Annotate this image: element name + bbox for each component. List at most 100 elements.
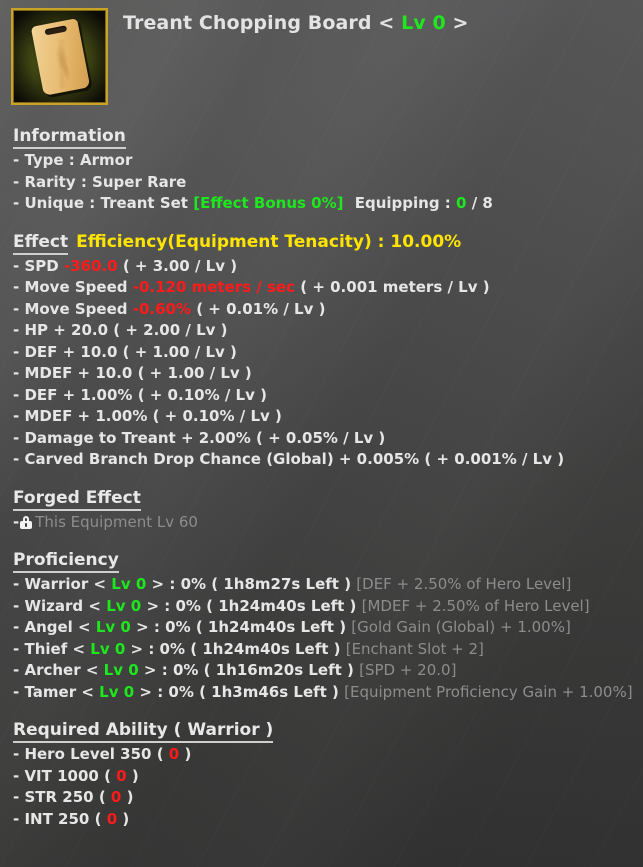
effect-line-scaling: ( + 0.01% / Lv ) <box>196 299 326 318</box>
proficiency-bracket-close: > <box>151 575 165 593</box>
required-ability-heading: Required Ability ( Warrior ) <box>13 721 274 743</box>
required-ability-heading-row: Required Ability ( Warrior ) <box>13 719 633 743</box>
effect-line: - SPD -360.0 ( + 3.00 / Lv ) <box>13 256 633 278</box>
proficiency-bracket-open: < <box>88 596 101 615</box>
proficiency-row: - Angel < Lv 0 > : 0% ( 1h24m40s Left ) … <box>13 617 633 639</box>
tooltip-header: Treant Chopping Board < Lv 0 > <box>0 0 643 105</box>
proficiency-level: Lv 0 <box>103 661 139 679</box>
proficiency-dash: - <box>13 618 20 636</box>
tooltip-body: Information - Type : Armor - Rarity : Su… <box>0 125 643 830</box>
effect-line-label: - Move Speed <box>13 299 128 318</box>
effect-line-scaling: ( + 1.00 / Lv ) <box>122 342 237 361</box>
section-required-ability: Required Ability ( Warrior ) - Hero Leve… <box>13 719 633 830</box>
proficiency-time-left: ( 1h8m27s Left ) <box>211 575 352 593</box>
proficiency-percent: : 0% <box>157 682 194 701</box>
effect-line-label: - SPD <box>13 256 59 275</box>
required-ability-paren-close: ) <box>122 809 130 828</box>
required-ability-row-list: - Hero Level 350 ( 0 ) - VIT 1000 ( 0 ) - … <box>13 744 633 830</box>
required-ability-row: - INT 250 ( 0 ) <box>13 809 633 831</box>
item-tooltip: Treant Chopping Board < Lv 0 > Informati… <box>0 0 643 867</box>
equipping-total: 8 <box>482 194 493 212</box>
equipping-count: 0 <box>456 194 467 212</box>
info-unique-label: - Unique : Treant Set <box>13 194 188 212</box>
effect-heading: Effect <box>13 232 69 255</box>
forged-effect-requirement: This Equipment Lv 60 <box>35 512 198 531</box>
required-ability-row: - VIT 1000 ( 0 ) <box>13 766 633 788</box>
required-ability-current: 0 <box>106 809 118 828</box>
proficiency-time-left: ( 1h24m40s Left ) <box>195 618 347 636</box>
proficiency-bracket-open: < <box>93 575 107 593</box>
required-ability-paren-close: ) <box>184 745 192 763</box>
proficiency-bonus: [Equipment Proficiency Gain + 1.00%] <box>344 682 633 701</box>
item-title: Treant Chopping Board < Lv 0 > <box>123 12 469 34</box>
proficiency-time-left: ( 1h24m40s Left ) <box>190 639 341 658</box>
proficiency-row: - Tamer < Lv 0 > : 0% ( 1h3m46s Left ) [… <box>13 682 633 704</box>
proficiency-percent: : 0% <box>169 575 207 593</box>
proficiency-dash: - <box>13 661 20 679</box>
level-bracket-close: > <box>452 12 469 34</box>
required-ability-paren-open: ( <box>94 809 102 828</box>
effect-line-scaling: ( + 0.001% / Lv ) <box>424 450 565 468</box>
proficiency-percent: : 0% <box>148 639 186 658</box>
required-ability-paren-close: ) <box>131 766 139 785</box>
proficiency-class-name: Wizard <box>24 596 84 615</box>
effect-line-scaling: ( + 0.001 meters / Lv ) <box>300 278 490 296</box>
effect-line-scaling: ( + 1.00 / Lv ) <box>137 364 252 382</box>
effect-line-scaling: ( + 3.00 / Lv ) <box>122 256 238 275</box>
proficiency-bracket-open: < <box>78 618 91 636</box>
proficiency-class-name: Thief <box>24 639 68 658</box>
item-level: Lv 0 <box>401 12 446 34</box>
effect-heading-row: Effect Efficiency(Equipment Tenacity) : 1… <box>13 231 633 255</box>
info-rarity-line: - Rarity : Super Rare <box>13 172 187 191</box>
proficiency-bracket-open: < <box>85 661 99 679</box>
required-ability-current: 0 <box>116 766 127 785</box>
forged-effect-heading-row: Forged Effect <box>13 487 633 511</box>
effect-line-scaling: ( + 0.10% / Lv ) <box>137 385 267 404</box>
effect-line-label: - Damage to Treant + 2.00% <box>13 428 251 447</box>
info-unique-line: - Unique : Treant Set [Effect Bonus 0%] … <box>13 193 633 215</box>
level-bracket-open: < <box>378 12 395 34</box>
required-ability-paren-open: ( <box>98 788 106 806</box>
proficiency-time-left: ( 1h24m40s Left ) <box>206 596 357 615</box>
equipping-label: Equipping : <box>354 194 451 212</box>
section-information: Information - Type : Armor - Rarity : Su… <box>13 125 633 215</box>
proficiency-bracket-close: > <box>130 639 144 658</box>
effect-line-label: - Carved Branch Drop Chance (Global) + 0… <box>13 450 420 468</box>
proficiency-level: Lv 0 <box>106 596 142 615</box>
effect-line-value: -0.60% <box>132 299 191 318</box>
proficiency-class-name: Warrior <box>24 575 89 593</box>
proficiency-row: - Wizard < Lv 0 > : 0% ( 1h24m40s Left )… <box>13 596 633 618</box>
proficiency-bonus: [Gold Gain (Global) + 1.00%] <box>351 618 571 636</box>
proficiency-row: - Archer < Lv 0 > : 0% ( 1h16m20s Left )… <box>13 660 633 682</box>
proficiency-time-left: ( 1h16m20s Left ) <box>203 661 354 679</box>
required-ability-current: 0 <box>110 788 122 806</box>
effect-line: - Move Speed -0.120 meters / sec ( + 0.0… <box>13 277 633 299</box>
section-forged-effect: Forged Effect - This Equipment Lv 60 <box>13 487 633 534</box>
cutting-board-icon <box>30 17 90 96</box>
proficiency-level: Lv 0 <box>90 639 126 658</box>
required-ability-label: - VIT 1000 <box>13 766 99 785</box>
effect-efficiency: Efficiency(Equipment Tenacity) : 10.00% <box>76 231 462 252</box>
forged-effect-heading: Forged Effect <box>13 488 141 511</box>
proficiency-level: Lv 0 <box>111 575 147 593</box>
required-ability-paren-open: ( <box>156 745 164 763</box>
section-proficiency: Proficiency - Warrior < Lv 0 > : 0% ( 1h… <box>13 549 633 703</box>
required-ability-label: - STR 250 <box>13 788 94 806</box>
proficiency-class-name: Angel <box>24 618 73 636</box>
item-icon-frame[interactable] <box>11 8 108 105</box>
effect-line-label: - MDEF + 10.0 <box>13 364 133 382</box>
proficiency-heading-row: Proficiency <box>13 549 633 573</box>
proficiency-bracket-close: > <box>139 682 152 701</box>
effect-line-label: - DEF + 10.0 <box>13 342 118 361</box>
forged-effect-line: - This Equipment Lv 60 <box>13 512 633 534</box>
effect-line: - MDEF + 10.0 ( + 1.00 / Lv ) <box>13 363 633 385</box>
item-name: Treant Chopping Board <box>123 12 372 34</box>
proficiency-bonus: [MDEF + 2.50% of Hero Level] <box>361 596 590 615</box>
proficiency-percent: : 0% <box>153 618 191 636</box>
section-effect: Effect Efficiency(Equipment Tenacity) : 1… <box>13 231 633 471</box>
information-heading-row: Information <box>13 125 633 149</box>
proficiency-bracket-open: < <box>72 639 86 658</box>
proficiency-bracket-close: > <box>143 661 157 679</box>
information-heading: Information <box>13 127 126 149</box>
effect-line-label: - MDEF + 1.00% <box>13 407 148 425</box>
